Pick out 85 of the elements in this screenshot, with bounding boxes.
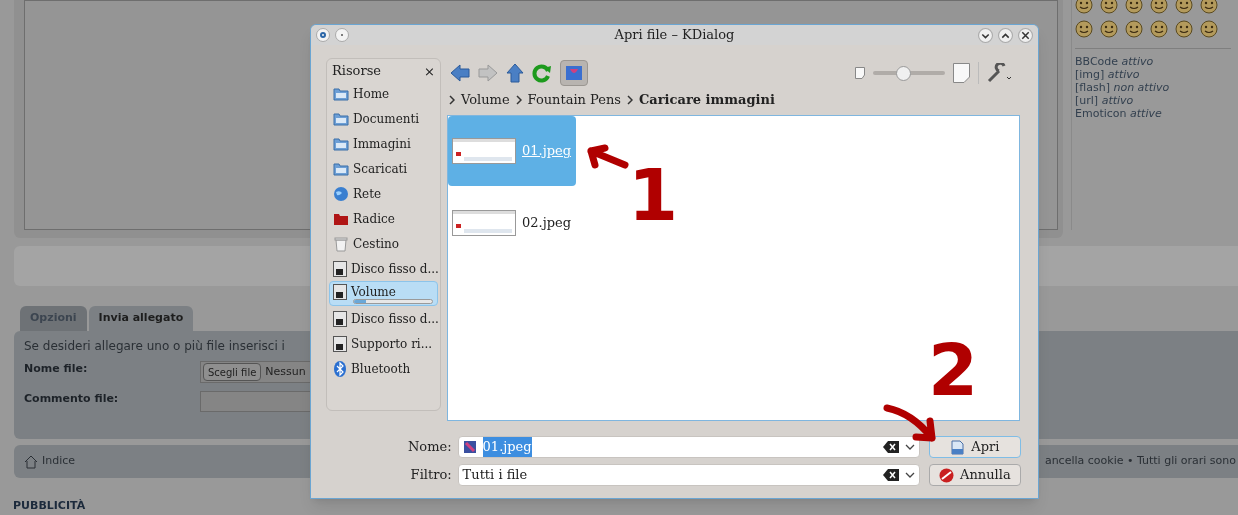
annotation-number: 1 bbox=[628, 155, 679, 235]
globe-icon bbox=[333, 185, 349, 202]
places-title: Risorse bbox=[332, 62, 382, 81]
bbcode-status-text: [img] attivo bbox=[1075, 68, 1141, 81]
back-arrow-icon[interactable] bbox=[450, 64, 470, 82]
emoticon-icon[interactable] bbox=[1100, 0, 1118, 14]
emoticon-icon[interactable] bbox=[1175, 0, 1193, 14]
emoticon-icon[interactable] bbox=[1125, 0, 1143, 14]
place-item[interactable]: Supporto ri... bbox=[329, 331, 438, 356]
emoticon-icon[interactable] bbox=[1125, 20, 1143, 38]
field-label: Nome: bbox=[407, 438, 453, 457]
folder-icon bbox=[333, 135, 349, 152]
emoticon-icon[interactable] bbox=[1175, 20, 1193, 38]
close-icon[interactable] bbox=[1018, 27, 1033, 43]
emoticon-icon[interactable] bbox=[1150, 0, 1168, 14]
bbcode-status-text: [flash] non attivo bbox=[1075, 81, 1171, 94]
breadcrumb-item[interactable]: Volume bbox=[461, 90, 510, 110]
chevron-icon bbox=[515, 95, 522, 105]
drive-icon bbox=[333, 260, 347, 277]
window-title: Apri file – KDialog bbox=[613, 26, 736, 45]
large-page-icon bbox=[953, 63, 970, 83]
ads-heading: PUBBLICITÀ bbox=[13, 498, 87, 514]
index-link[interactable]: Indice bbox=[42, 453, 76, 470]
wrench-icon[interactable] bbox=[987, 63, 1013, 83]
field-label: Nome file: bbox=[24, 361, 89, 377]
small-page-icon bbox=[855, 67, 865, 79]
footer-links-text: ancella cookie • Tutti gli orari sono bbox=[1044, 453, 1236, 470]
zoom-slider[interactable] bbox=[873, 64, 945, 82]
choose-file-button[interactable]: Scegli file bbox=[203, 363, 262, 381]
minimize-icon[interactable] bbox=[978, 27, 993, 43]
place-item[interactable]: Rete bbox=[329, 181, 438, 206]
close-button[interactable]: × bbox=[424, 64, 435, 78]
place-item[interactable]: Cestino bbox=[329, 231, 438, 256]
trash-icon bbox=[333, 235, 349, 252]
emoticon-icon[interactable] bbox=[1100, 20, 1118, 38]
emoticon-icon[interactable] bbox=[1075, 0, 1093, 14]
place-item[interactable]: Disco fisso d... bbox=[329, 306, 438, 331]
image-thumbnail bbox=[452, 138, 516, 164]
clear-text-icon[interactable] bbox=[882, 441, 899, 453]
annotation-number: 2 bbox=[928, 330, 979, 410]
drive-icon bbox=[333, 335, 347, 352]
field-label: Filtro: bbox=[409, 466, 453, 485]
breadcrumb-item[interactable]: Caricare immagini bbox=[639, 90, 775, 110]
no-file-text: Nessun bbox=[265, 363, 306, 380]
image-icon bbox=[565, 65, 583, 81]
drive-icon bbox=[333, 310, 347, 327]
preview-toggle-button[interactable] bbox=[560, 60, 588, 86]
bbcode-status-text: BBCode attivo bbox=[1075, 55, 1155, 68]
home-icon bbox=[24, 454, 38, 469]
file-item[interactable]: 02.jpeg bbox=[448, 188, 576, 258]
breadcrumb-item[interactable]: Fountain Pens bbox=[527, 90, 621, 110]
field-label: Commento file: bbox=[24, 391, 120, 407]
place-item[interactable]: Volume bbox=[329, 281, 438, 306]
bluetooth-icon bbox=[333, 360, 347, 377]
filter-field[interactable]: Tutti i file bbox=[457, 464, 920, 486]
up-arrow-icon[interactable] bbox=[506, 63, 524, 83]
place-item[interactable]: Documenti bbox=[329, 106, 438, 131]
emoticon-icon[interactable] bbox=[1150, 20, 1168, 38]
bbcode-status-text: [url] attivo bbox=[1075, 94, 1135, 107]
window-menu-icon[interactable] bbox=[316, 28, 330, 42]
open-button[interactable]: Apri bbox=[928, 436, 1021, 458]
cancel-button[interactable]: Annulla bbox=[928, 464, 1021, 486]
place-item[interactable]: Disco fisso d... bbox=[329, 256, 438, 281]
document-icon bbox=[950, 439, 966, 455]
folder-icon bbox=[333, 110, 349, 127]
place-item[interactable]: Immagini bbox=[329, 131, 438, 156]
emoticon-icon[interactable] bbox=[1200, 20, 1218, 38]
place-item[interactable]: Home bbox=[329, 81, 438, 106]
attach-instructions: Se desideri allegare uno o più file inserisci i bbox=[24, 338, 285, 355]
maximize-icon[interactable] bbox=[998, 27, 1013, 43]
tab[interactable]: Invia allegato bbox=[88, 306, 194, 331]
drive-icon bbox=[333, 284, 347, 300]
image-file-icon bbox=[462, 440, 477, 454]
chevron-icon bbox=[627, 95, 633, 105]
image-thumbnail bbox=[452, 210, 516, 236]
emoticon-icon[interactable] bbox=[1200, 0, 1218, 14]
clear-text-icon[interactable] bbox=[882, 469, 899, 481]
folder-icon bbox=[333, 85, 349, 102]
cancel-icon bbox=[939, 467, 955, 483]
place-item[interactable]: Radice bbox=[329, 206, 438, 231]
emoticon-icon[interactable] bbox=[1075, 20, 1093, 38]
bbcode-status-text: Emoticon attive bbox=[1075, 107, 1163, 120]
place-item[interactable]: Scaricati bbox=[329, 156, 438, 181]
folder-icon bbox=[333, 160, 349, 177]
chevron-icon bbox=[449, 95, 455, 105]
